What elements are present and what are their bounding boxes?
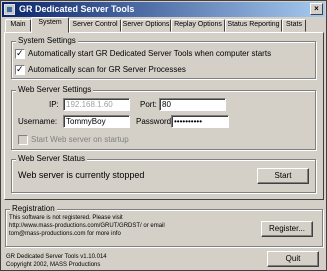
window-title: GR Dedicated Server Tools xyxy=(19,4,135,14)
title-bar[interactable]: GR Dedicated Server Tools × xyxy=(2,2,325,17)
start-web-server-on-startup-label[interactable]: Start Web server on startup xyxy=(31,135,129,144)
web-server-settings-title: Web Server Settings xyxy=(16,85,94,94)
port-label: Port: xyxy=(140,100,157,109)
web-server-settings-group: Web Server Settings IP: 192.168.1.60 Por… xyxy=(11,85,316,150)
register-button[interactable]: Register... xyxy=(261,221,313,237)
web-server-status-title: Web Server Status xyxy=(16,154,87,163)
system-settings-title: System Settings xyxy=(16,36,78,45)
start-button[interactable]: Start xyxy=(257,168,309,184)
footer-info: GR Dedicated Server Tools v1.10.014 Copy… xyxy=(6,253,107,269)
registration-line-2[interactable]: http://www.mass-productions.com/GRUT/GRD… xyxy=(9,222,229,230)
username-field[interactable]: TommyBoy xyxy=(63,115,130,128)
registration-line-3[interactable]: tom@mass-productions.com for more info xyxy=(9,230,229,238)
tab-panel-system: System Settings Automatically start GR D… xyxy=(4,32,324,200)
tab-main[interactable]: Main xyxy=(5,19,31,32)
ip-field[interactable]: 192.168.1.60 xyxy=(63,98,130,111)
web-server-status-text: Web server is currently stopped xyxy=(18,170,145,180)
tab-server-control[interactable]: Server Control xyxy=(69,19,121,32)
quit-button[interactable]: Quit xyxy=(267,251,319,267)
ip-label: IP: xyxy=(49,100,59,109)
port-field[interactable]: 80 xyxy=(159,98,226,111)
start-web-server-on-startup-checkbox[interactable] xyxy=(18,135,28,145)
username-label: Username: xyxy=(18,117,58,126)
app-window: GR Dedicated Server Tools × Main System … xyxy=(0,0,327,271)
close-icon[interactable]: × xyxy=(310,3,323,15)
tab-server-options[interactable]: Server Options xyxy=(121,19,171,32)
auto-scan-label[interactable]: Automatically scan for GR Server Process… xyxy=(28,65,186,74)
registration-title: Registration xyxy=(10,204,57,213)
registration-text: This software is not registered. Please … xyxy=(9,214,229,238)
auto-start-label[interactable]: Automatically start GR Dedicated Server … xyxy=(28,49,271,58)
version-text: GR Dedicated Server Tools v1.10.014 xyxy=(6,254,107,260)
app-icon xyxy=(4,4,15,15)
auto-start-checkbox[interactable] xyxy=(15,48,25,59)
registration-line-1: This software is not registered. Please … xyxy=(9,215,123,221)
tab-stats[interactable]: Stats xyxy=(282,19,306,32)
tab-status-reporting[interactable]: Status Reporting xyxy=(225,19,282,32)
tab-replay-options[interactable]: Replay Options xyxy=(171,19,225,32)
copyright-text: Copyright 2002, MASS Productions xyxy=(6,262,101,268)
web-server-status-group: Web Server Status Web server is currentl… xyxy=(11,154,316,193)
password-label: Password: xyxy=(136,117,174,126)
system-settings-group: System Settings Automatically start GR D… xyxy=(11,36,316,79)
auto-scan-checkbox[interactable] xyxy=(15,64,25,75)
password-field[interactable]: •••••••••• xyxy=(171,115,229,128)
tab-system[interactable]: System xyxy=(31,17,69,33)
